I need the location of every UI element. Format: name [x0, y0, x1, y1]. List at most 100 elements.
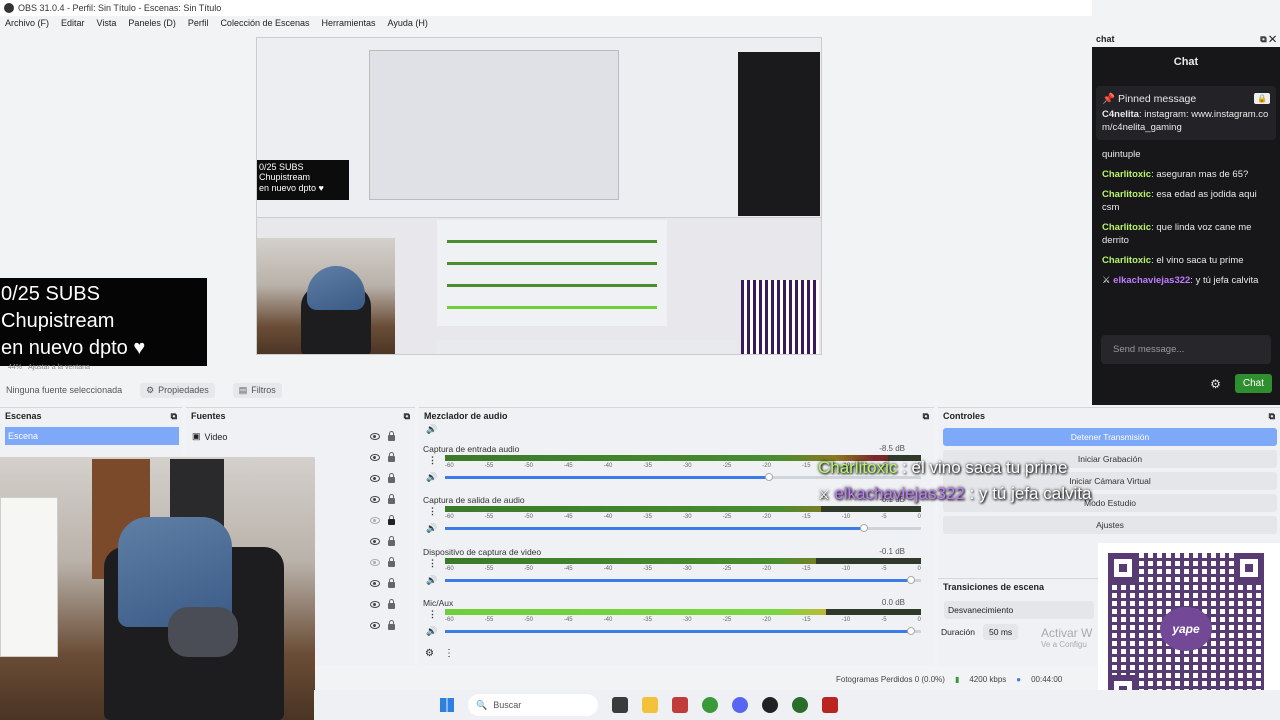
lock-icon[interactable]	[388, 536, 395, 546]
sources-header: Fuentes ⧉	[186, 408, 415, 424]
menu-file[interactable]: Archivo (F)	[5, 18, 49, 28]
chat-send-button[interactable]: Chat	[1234, 374, 1272, 393]
menu-tools[interactable]: Herramientas	[322, 18, 376, 28]
speaker-icon[interactable]: 🔊	[426, 472, 437, 483]
chat-user[interactable]: elkachaviejas322	[1113, 275, 1190, 286]
duration-label: Duración	[941, 627, 976, 637]
channel-menu-dots-icon[interactable]: ⋮	[428, 609, 437, 620]
volume-slider-knob[interactable]	[907, 576, 916, 584]
fit-window-label[interactable]: Ajustar a la ventana	[28, 364, 90, 371]
taskbar-search[interactable]: 🔍 Buscar	[468, 694, 598, 716]
eye-icon[interactable]	[370, 580, 380, 587]
chat-user[interactable]: Charlitoxic	[1102, 169, 1151, 180]
discord-icon[interactable]	[732, 697, 748, 713]
menu-view[interactable]: Vista	[97, 18, 117, 28]
duration-input[interactable]: 50 ms	[983, 624, 1019, 640]
chat-actions: ⚙ Chat	[1210, 374, 1272, 393]
file-explorer-icon[interactable]	[642, 697, 658, 713]
menu-docks[interactable]: Paneles (D)	[128, 18, 176, 28]
channel-menu-dots-icon[interactable]: ⋮	[428, 558, 437, 569]
mixer-menu-dots-icon[interactable]: ⋮	[444, 648, 454, 659]
lock-icon[interactable]: 🔒	[1254, 93, 1270, 104]
title-bar: OBS 31.0.4 - Perfil: Sin Título - Escena…	[0, 0, 1280, 16]
bitrate: 4200 kbps	[969, 674, 1007, 684]
lock-icon[interactable]	[388, 557, 395, 567]
transition-select[interactable]: Desvanecimiento	[944, 601, 1094, 619]
eye-hidden-icon[interactable]	[370, 517, 380, 524]
xbox-icon[interactable]	[792, 697, 808, 713]
chat-user[interactable]: Charlitoxic	[1102, 189, 1151, 200]
volume-slider-knob[interactable]	[764, 473, 773, 481]
stop-stream-button[interactable]: Detener Transmisión	[943, 428, 1277, 446]
eye-icon[interactable]	[370, 454, 380, 461]
menu-edit[interactable]: Editar	[61, 18, 85, 28]
mixer-settings-gear-icon[interactable]: ⚙	[425, 648, 434, 659]
scene-item[interactable]: Escena	[5, 427, 179, 445]
chat-text: quintuple	[1102, 149, 1141, 160]
channel-menu-dots-icon[interactable]: ⋮	[428, 455, 437, 466]
chat-user[interactable]: Charlitoxic	[1102, 222, 1151, 233]
source-item[interactable]: ▣ Video	[192, 431, 227, 442]
lock-icon[interactable]	[388, 599, 395, 609]
menu-help[interactable]: Ayuda (H)	[388, 18, 428, 28]
vu-scale-tick: -45	[563, 617, 573, 623]
chat-message: Charlitoxic: el vino saca tu prime	[1092, 254, 1280, 267]
speaker-icon[interactable]: 🔊	[426, 523, 437, 534]
volume-slider-knob[interactable]	[907, 627, 916, 635]
source-row-controls	[355, 489, 415, 510]
chat-settings-gear-icon[interactable]: ⚙	[1210, 377, 1221, 391]
chat-message: ⚔ elkachaviejas322: y tú jefa calvita	[1092, 274, 1280, 287]
chat-dock-buttons[interactable]: ⧉ ✕	[1260, 34, 1276, 45]
chrome-icon[interactable]	[702, 697, 718, 713]
undock-icon[interactable]: ⧉	[1269, 411, 1275, 422]
steam-icon[interactable]	[672, 697, 688, 713]
lock-icon[interactable]	[388, 515, 395, 525]
volume-slider[interactable]	[445, 576, 921, 584]
speaker-icon[interactable]: 🔊	[426, 626, 437, 637]
undock-icon[interactable]: ⧉	[404, 411, 410, 422]
volume-slider-knob[interactable]	[859, 524, 868, 532]
preview-canvas[interactable]: 0/25 SUBS Chupistream en nuevo dpto ♥	[256, 37, 822, 355]
menu-profile[interactable]: Perfil	[188, 18, 209, 28]
master-speaker-icon[interactable]: 🔊	[426, 424, 437, 435]
eye-hidden-icon[interactable]	[370, 559, 380, 566]
lock-icon[interactable]	[388, 452, 395, 462]
filters-button[interactable]: ▤ Filtros	[232, 382, 282, 398]
lock-icon[interactable]	[388, 431, 395, 441]
transition-select-value: Desvanecimiento	[948, 605, 1014, 615]
eye-icon[interactable]	[370, 538, 380, 545]
menu-scene-collection[interactable]: Colección de Escenas	[220, 18, 309, 28]
channel-menu-dots-icon[interactable]: ⋮	[428, 506, 437, 517]
vu-scale-tick: -30	[682, 514, 692, 520]
eye-icon[interactable]	[370, 433, 380, 440]
eye-icon[interactable]	[370, 475, 380, 482]
lock-icon[interactable]	[388, 473, 395, 483]
task-view-icon[interactable]	[612, 697, 628, 713]
lock-icon[interactable]	[388, 620, 395, 630]
settings-button[interactable]: Ajustes	[943, 516, 1277, 534]
undock-icon[interactable]: ⧉	[923, 411, 929, 422]
volume-slider[interactable]	[445, 524, 921, 532]
eye-icon[interactable]	[370, 496, 380, 503]
eye-icon[interactable]	[370, 601, 380, 608]
red-app-icon[interactable]	[822, 697, 838, 713]
overlay-chat-text: : y tú jefa calvita	[964, 484, 1092, 503]
volume-slider[interactable]	[445, 627, 921, 635]
pinned-user[interactable]: C4nelita	[1102, 109, 1139, 120]
properties-button[interactable]: ⚙ Propiedades	[140, 382, 215, 398]
vu-scale-tick: -10	[841, 617, 851, 623]
chat-user[interactable]: Charlitoxic	[1102, 255, 1151, 266]
eye-icon[interactable]	[370, 622, 380, 629]
vu-scale-tick: -25	[722, 463, 732, 469]
speaker-icon[interactable]: 🔊	[426, 575, 437, 586]
undock-icon[interactable]: ⧉	[171, 411, 177, 422]
windows-start-icon[interactable]	[440, 698, 454, 712]
menu-bar: Archivo (F) Editar Vista Paneles (D) Per…	[0, 16, 1090, 30]
source-row-controls	[355, 531, 415, 552]
vu-scale-tick: -55	[484, 617, 494, 623]
vu-scale-tick: -50	[524, 514, 533, 520]
chat-input[interactable]: Send message...	[1101, 335, 1271, 364]
lock-icon[interactable]	[388, 494, 395, 504]
lock-icon[interactable]	[388, 578, 395, 588]
obs-icon[interactable]	[762, 697, 778, 713]
